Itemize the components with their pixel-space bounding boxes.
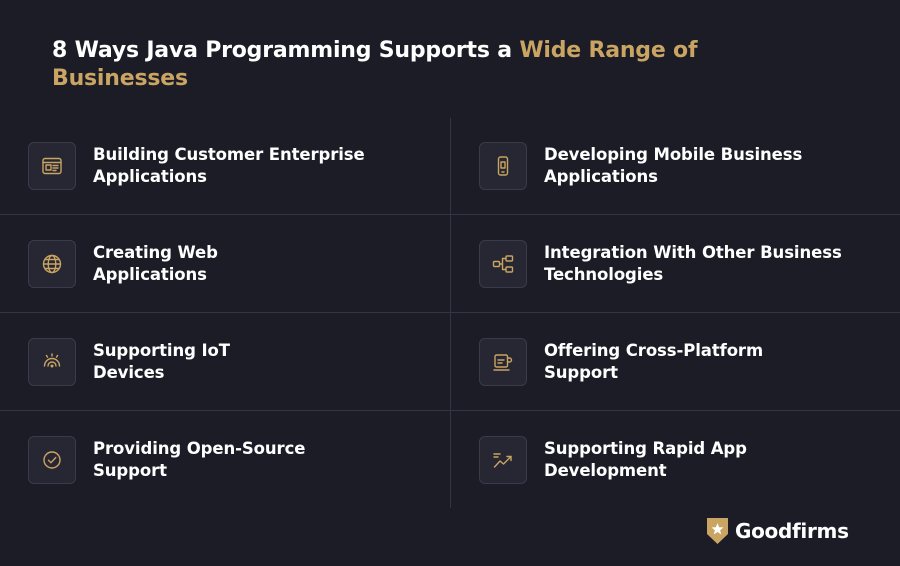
column-divider — [450, 118, 451, 508]
way-item-enterprise-apps: Building Customer Enterprise Application… — [28, 118, 448, 214]
row-divider — [0, 214, 900, 215]
trending-up-icon — [493, 453, 512, 468]
way-label: Supporting Rapid App Development — [544, 439, 747, 480]
way-label: Providing Open-Source Support — [93, 439, 306, 480]
wifi-signal-icon — [43, 353, 61, 368]
browser-window-icon — [42, 157, 62, 175]
row-divider — [0, 312, 900, 313]
way-item-rapid-dev: Supporting Rapid App Development — [479, 412, 899, 508]
globe-icon — [42, 254, 62, 274]
title-main: 8 Ways Java Programming Supports a — [52, 38, 520, 63]
icon-box — [479, 240, 527, 288]
mobile-phone-icon — [497, 156, 509, 176]
way-label: Offering Cross-Platform Support — [544, 341, 764, 382]
way-label: Supporting IoT Devices — [93, 341, 230, 382]
way-item-web-apps: Creating Web Applications — [28, 216, 448, 312]
way-label: Building Customer Enterprise Application… — [93, 145, 365, 186]
page-title: 8 Ways Java Programming Supports a Wide … — [52, 37, 812, 93]
icon-box — [28, 240, 76, 288]
way-item-open-source: Providing Open-Source Support — [28, 412, 448, 508]
icon-box — [28, 338, 76, 386]
icon-box — [479, 436, 527, 484]
icon-box — [28, 142, 76, 190]
brand-name: Goodfirms — [735, 519, 849, 543]
way-item-mobile-apps: Developing Mobile Business Applications — [479, 118, 899, 214]
coffee-cup-icon — [493, 354, 513, 371]
way-item-integration: Integration With Other Business Technolo… — [479, 216, 899, 312]
star-shield-icon — [707, 518, 728, 544]
network-nodes-icon — [492, 255, 514, 273]
way-item-iot: Supporting IoT Devices — [28, 314, 448, 410]
way-item-cross-platform: Offering Cross-Platform Support — [479, 314, 899, 410]
way-label: Developing Mobile Business Applications — [544, 145, 803, 186]
icon-box — [28, 436, 76, 484]
row-divider — [0, 410, 900, 411]
icon-box — [479, 338, 527, 386]
goodfirms-logo: Goodfirms — [706, 516, 849, 546]
way-label: Integration With Other Business Technolo… — [544, 243, 842, 284]
way-label: Creating Web Applications — [93, 243, 218, 284]
check-circle-icon — [43, 451, 61, 469]
icon-box — [479, 142, 527, 190]
ways-grid: Building Customer Enterprise Application… — [0, 118, 900, 508]
